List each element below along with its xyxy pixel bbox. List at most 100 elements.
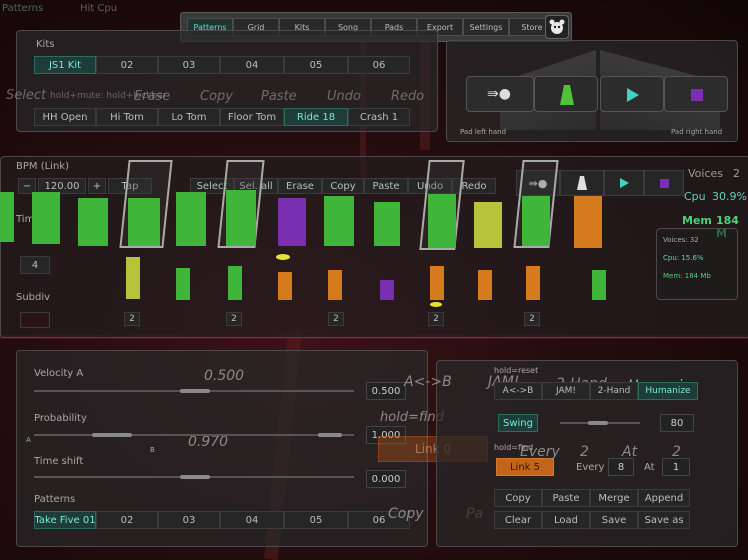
velocity-value-box[interactable]: 0.500 — [366, 382, 406, 400]
nav-settings[interactable]: Settings — [463, 18, 509, 36]
groove-merge-button[interactable]: Merge — [590, 489, 638, 507]
step-subdiv-4[interactable]: 2 — [428, 312, 444, 326]
step-subdiv-2[interactable]: 2 — [226, 312, 242, 326]
small-play-button[interactable] — [604, 170, 644, 196]
kit-button-5[interactable]: 05 — [284, 56, 348, 74]
step-bar-lower[interactable] — [478, 270, 492, 300]
every-value-box[interactable]: 8 — [608, 458, 634, 476]
step-bar[interactable] — [522, 196, 550, 246]
step-bar-lower[interactable] — [328, 270, 342, 300]
ghost-copy-bottom: Copy — [388, 506, 424, 522]
mode-ab-button[interactable]: A<->B — [494, 382, 542, 400]
time-sig-value[interactable]: 4 — [20, 256, 50, 274]
step-bar[interactable] — [32, 192, 60, 244]
at-value-box[interactable]: 1 — [662, 458, 690, 476]
subdiv-label: Subdiv — [16, 292, 51, 303]
mode-humanize-button[interactable]: Humanize — [638, 382, 698, 400]
groove-copy-button[interactable]: Copy — [494, 489, 542, 507]
play-icon — [619, 178, 629, 188]
edit-erase-button[interactable]: Erase — [278, 178, 322, 194]
app-logo-icon[interactable] — [545, 15, 569, 39]
probability-slider-track[interactable] — [34, 434, 354, 436]
step-bar[interactable] — [374, 202, 400, 246]
pattern-button-4[interactable]: 04 — [220, 511, 284, 529]
step-bar-lower[interactable] — [126, 257, 140, 299]
pad-left-button[interactable]: ⇛● — [466, 76, 534, 112]
step-bar-lower[interactable] — [380, 280, 394, 300]
step-bar[interactable] — [78, 198, 108, 246]
small-metronome-button[interactable] — [560, 170, 604, 196]
pattern-button-3[interactable]: 03 — [158, 511, 220, 529]
probability-slider-thumb-a[interactable] — [92, 433, 132, 437]
drum-button-2[interactable]: Hi Tom — [96, 108, 158, 126]
step-subdiv-5[interactable]: 2 — [524, 312, 540, 326]
drum-button-3[interactable]: Lo Tom — [158, 108, 220, 126]
probability-slider-thumb-b[interactable] — [318, 433, 342, 437]
pad-play-button[interactable] — [600, 76, 664, 112]
every-label: Every — [576, 462, 605, 473]
pad-metronome-button[interactable] — [534, 76, 598, 112]
groove-save-button[interactable]: Save — [590, 511, 638, 529]
mode-2hand-button[interactable]: 2-Hand — [590, 382, 638, 400]
step-bar-lower[interactable] — [430, 266, 444, 300]
subdiv-value[interactable] — [20, 312, 50, 328]
bpm-plus-button[interactable]: + — [88, 178, 106, 194]
mode-jam-button[interactable]: JAM! — [542, 382, 590, 400]
kit-button-4[interactable]: 04 — [220, 56, 284, 74]
kit-button-1[interactable]: JS1 Kit — [34, 56, 96, 74]
drum-button-4[interactable]: Floor Tom — [220, 108, 284, 126]
step-bar[interactable] — [574, 196, 602, 248]
ghost-undo: Undo — [327, 89, 361, 104]
swing-value-box[interactable]: 80 — [660, 414, 694, 432]
groove-save-as-button[interactable]: Save as — [638, 511, 690, 529]
faded-tab-patterns[interactable]: Patterns — [2, 3, 43, 14]
step-subdiv-1[interactable]: 2 — [124, 312, 140, 326]
pattern-button-2[interactable]: 02 — [96, 511, 158, 529]
step-bar-lower[interactable] — [526, 266, 540, 300]
pad-left-label: Pad left hand — [460, 128, 507, 136]
kits-label: Kits — [36, 39, 55, 50]
step-bar[interactable] — [176, 192, 206, 246]
step-bar[interactable] — [0, 192, 14, 242]
stop-icon — [691, 89, 703, 101]
step-subdiv-3[interactable]: 2 — [328, 312, 344, 326]
drum-button-5[interactable]: Ride 18 — [284, 108, 348, 126]
velocity-slider-thumb[interactable] — [180, 389, 210, 393]
step-bar[interactable] — [324, 196, 354, 246]
groove-paste-button[interactable]: Paste — [542, 489, 590, 507]
step-bar[interactable] — [278, 198, 306, 246]
probability-b-mark: B — [150, 446, 155, 454]
faded-tab-hit-cpu[interactable]: Hit Cpu — [80, 3, 117, 14]
small-stop-button[interactable] — [644, 170, 684, 196]
edit-copy-button[interactable]: Copy — [322, 178, 364, 194]
step-bar[interactable] — [128, 198, 160, 246]
step-bar[interactable] — [474, 202, 502, 248]
pattern-button-5[interactable]: 05 — [284, 511, 348, 529]
kit-button-2[interactable]: 02 — [96, 56, 158, 74]
groove-load-button[interactable]: Load — [542, 511, 590, 529]
kit-button-6[interactable]: 06 — [348, 56, 410, 74]
swing-button[interactable]: Swing — [498, 414, 538, 432]
step-bar-lower[interactable] — [228, 266, 242, 300]
edit-paste-button[interactable]: Paste — [364, 178, 408, 194]
groove-append-button[interactable]: Append — [638, 489, 690, 507]
time-shift-value-box[interactable]: 0.000 — [366, 470, 406, 488]
step-accent-dot — [430, 302, 442, 307]
kit-button-3[interactable]: 03 — [158, 56, 220, 74]
every-big-number: 2 — [580, 444, 589, 460]
pad-stop-button[interactable] — [664, 76, 728, 112]
ghost-erase: Erase — [134, 89, 171, 104]
drum-button-1[interactable]: HH Open — [34, 108, 96, 126]
step-bar-lower[interactable] — [592, 270, 606, 300]
step-bar[interactable] — [226, 190, 256, 246]
drum-button-6[interactable]: Crash 1 — [348, 108, 410, 126]
pattern-button-1[interactable]: Take Five 01 — [34, 511, 96, 529]
link-button[interactable]: Link 5 — [496, 458, 554, 476]
step-bar-lower[interactable] — [176, 268, 190, 300]
time-shift-slider-thumb[interactable] — [180, 475, 210, 479]
groove-clear-button[interactable]: Clear — [494, 511, 542, 529]
step-bar[interactable] — [428, 194, 456, 248]
voices-value: 2 — [733, 167, 740, 180]
step-bar-lower[interactable] — [278, 272, 292, 300]
swing-slider-thumb[interactable] — [588, 421, 608, 425]
